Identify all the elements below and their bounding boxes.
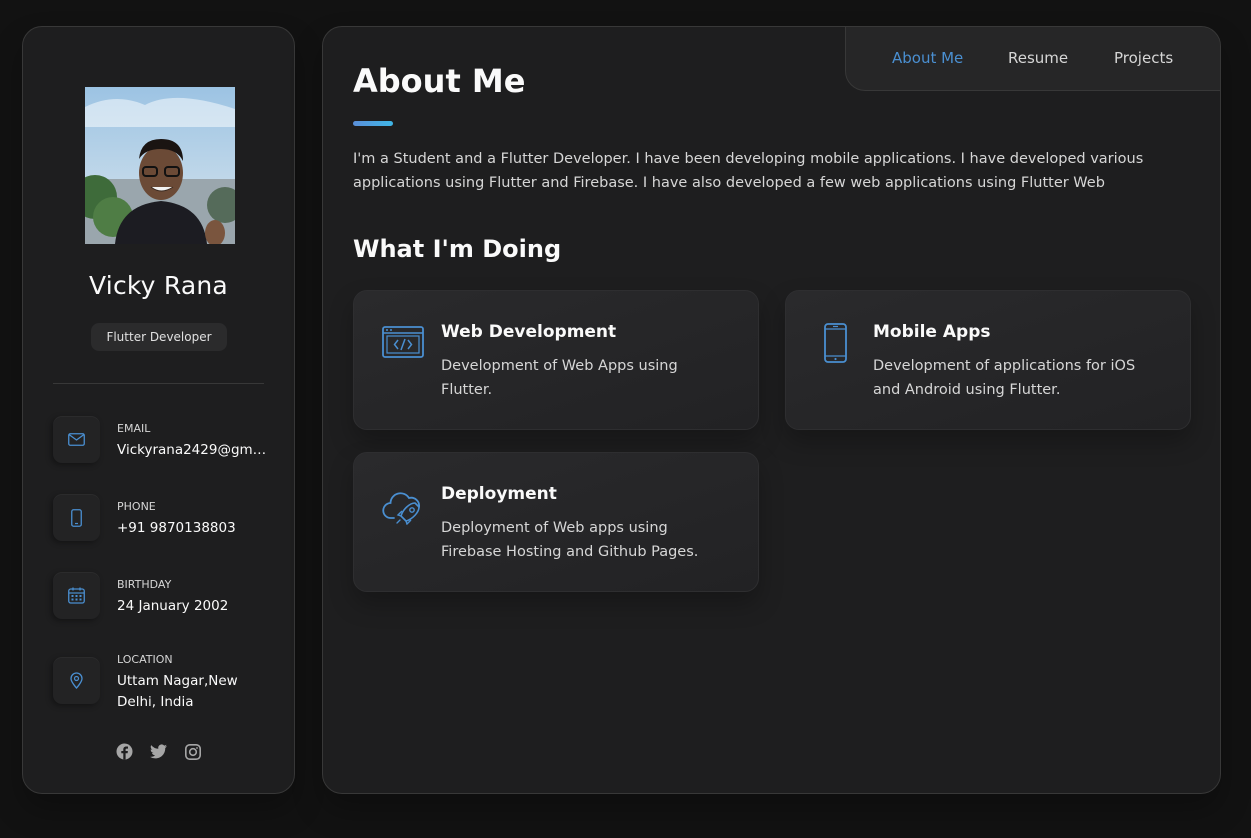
- avatar-photo: [85, 87, 235, 244]
- social-links: [23, 743, 294, 760]
- service-title: Mobile Apps: [873, 322, 991, 342]
- web-code-icon: [382, 323, 424, 363]
- facebook-icon[interactable]: [116, 743, 133, 760]
- main-content: About Me Resume Projects About Me I'm a …: [322, 26, 1221, 794]
- profile-sidebar: Vicky Rana Flutter Developer EMAIL Vicky…: [22, 26, 295, 794]
- service-title: Deployment: [441, 484, 557, 504]
- mail-icon: [53, 416, 100, 463]
- service-card-web: Web Development Development of Web Apps …: [353, 290, 759, 430]
- profile-name: Vicky Rana: [89, 271, 228, 300]
- service-card-deployment: Deployment Deployment of Web apps using …: [353, 452, 759, 592]
- service-text: Development of applications for iOS and …: [873, 358, 1136, 398]
- service-title: Web Development: [441, 322, 617, 342]
- section-title-doing: What I'm Doing: [353, 235, 562, 263]
- birthday-value: 24 January 2002: [117, 598, 229, 614]
- location-pin-icon: [53, 657, 100, 704]
- avatar: [85, 87, 235, 244]
- service-text: Deployment of Web apps using Firebase Ho…: [441, 520, 699, 560]
- instagram-icon[interactable]: [184, 743, 201, 760]
- cloud-rocket-icon: [382, 485, 424, 526]
- contact-label: PHONE: [117, 500, 156, 513]
- phone-link[interactable]: +91 9870138803: [117, 518, 267, 539]
- contact-label: EMAIL: [117, 422, 151, 435]
- top-navbar: About Me Resume Projects: [845, 27, 1220, 91]
- service-text: Development of Web Apps using Flutter.: [441, 358, 678, 398]
- email-link[interactable]: Vickyrana2429@gmail.com: [117, 440, 267, 461]
- phone-icon: [53, 494, 100, 541]
- tab-projects[interactable]: Projects: [1114, 49, 1173, 67]
- location-value: Uttam Nagar,New Delhi, India: [117, 673, 238, 710]
- mobile-phone-icon: [814, 323, 856, 363]
- separator: [53, 383, 264, 384]
- about-text: I'm a Student and a Flutter Developer. I…: [353, 151, 1144, 191]
- service-card-mobile: Mobile Apps Development of applications …: [785, 290, 1191, 430]
- contact-label: BIRTHDAY: [117, 578, 172, 591]
- calendar-icon: [53, 572, 100, 619]
- tab-resume[interactable]: Resume: [1008, 49, 1068, 67]
- contact-label: LOCATION: [117, 653, 173, 666]
- tab-about-me[interactable]: About Me: [892, 49, 963, 67]
- profile-title-badge: Flutter Developer: [91, 323, 227, 351]
- twitter-icon[interactable]: [150, 743, 167, 760]
- title-underline: [353, 121, 393, 126]
- page-title: About Me: [353, 62, 526, 100]
